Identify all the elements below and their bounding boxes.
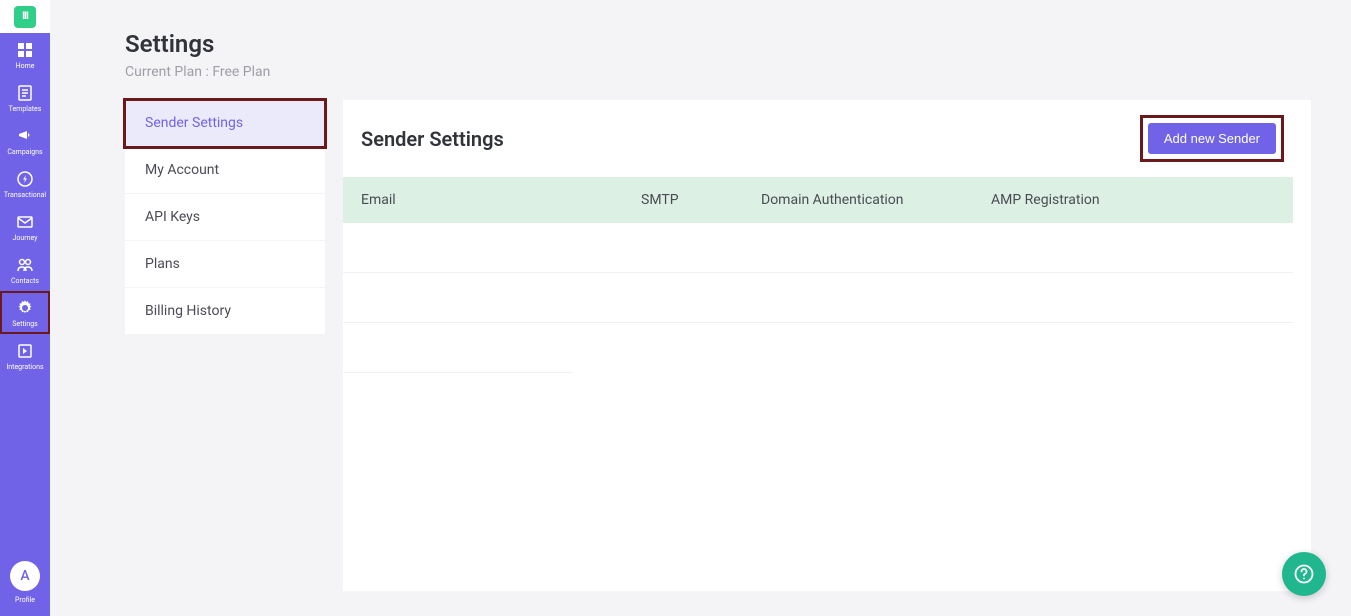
mail-icon (16, 213, 34, 231)
add-new-sender-button[interactable]: Add new Sender (1148, 123, 1276, 154)
add-sender-highlight: Add new Sender (1143, 118, 1281, 159)
sidebar-item-label: Templates (9, 105, 42, 113)
panel-title: Sender Settings (361, 127, 504, 151)
sidebar-item-templates[interactable]: Templates (0, 76, 50, 119)
sidebar-item-settings[interactable]: Settings (0, 291, 50, 334)
col-smtp: SMTP (641, 192, 761, 208)
settings-menu-plans[interactable]: Plans (125, 241, 325, 288)
sidebar: III Home Templates Campaigns Transaction… (0, 0, 50, 616)
col-domain-auth: Domain Authentication (761, 192, 991, 208)
main-content: Settings Current Plan : Free Plan Sender… (50, 0, 1351, 616)
page-title: Settings (125, 30, 1311, 58)
integrations-icon (16, 342, 34, 360)
sidebar-item-integrations[interactable]: Integrations (0, 334, 50, 377)
profile-label: Profile (15, 596, 35, 604)
table-row (343, 273, 1293, 323)
sidebar-item-label: Settings (12, 320, 38, 328)
col-amp: AMP Registration (991, 192, 1275, 208)
bolt-icon (16, 170, 34, 188)
settings-menu: Sender Settings My Account API Keys Plan… (125, 100, 325, 591)
sidebar-item-contacts[interactable]: Contacts (0, 248, 50, 291)
home-icon (16, 41, 34, 59)
sidebar-item-transactional[interactable]: Transactional (0, 162, 50, 205)
sidebar-item-label: Campaigns (7, 148, 42, 156)
help-button[interactable] (1282, 552, 1326, 596)
table-row (343, 323, 573, 373)
sidebar-item-label: Home (16, 62, 35, 70)
sidebar-item-journey[interactable]: Journey (0, 205, 50, 248)
table-header: Email SMTP Domain Authentication AMP Reg… (343, 177, 1293, 223)
templates-icon (16, 84, 34, 102)
avatar-letter: A (20, 568, 29, 584)
help-icon (1294, 564, 1314, 584)
logo[interactable]: III (0, 0, 50, 33)
page-subtitle: Current Plan : Free Plan (125, 64, 1311, 80)
sidebar-item-home[interactable]: Home (0, 33, 50, 76)
settings-menu-account[interactable]: My Account (125, 147, 325, 194)
settings-menu-billing[interactable]: Billing History (125, 288, 325, 335)
settings-menu-apikeys[interactable]: API Keys (125, 194, 325, 241)
sidebar-item-label: Transactional (4, 191, 46, 199)
settings-menu-sender[interactable]: Sender Settings (125, 100, 325, 147)
gear-icon (16, 299, 34, 317)
contacts-icon (16, 256, 34, 274)
avatar[interactable]: A (10, 561, 40, 591)
sidebar-item-label: Journey (13, 234, 38, 242)
sidebar-item-label: Integrations (6, 363, 43, 371)
sidebar-item-label: Contacts (11, 277, 39, 285)
col-email: Email (361, 192, 641, 208)
table-body (343, 223, 1311, 373)
sidebar-item-campaigns[interactable]: Campaigns (0, 119, 50, 162)
megaphone-icon (16, 127, 34, 145)
table-row (343, 223, 1293, 273)
panel: Sender Settings Add new Sender Email SMT… (343, 100, 1311, 591)
